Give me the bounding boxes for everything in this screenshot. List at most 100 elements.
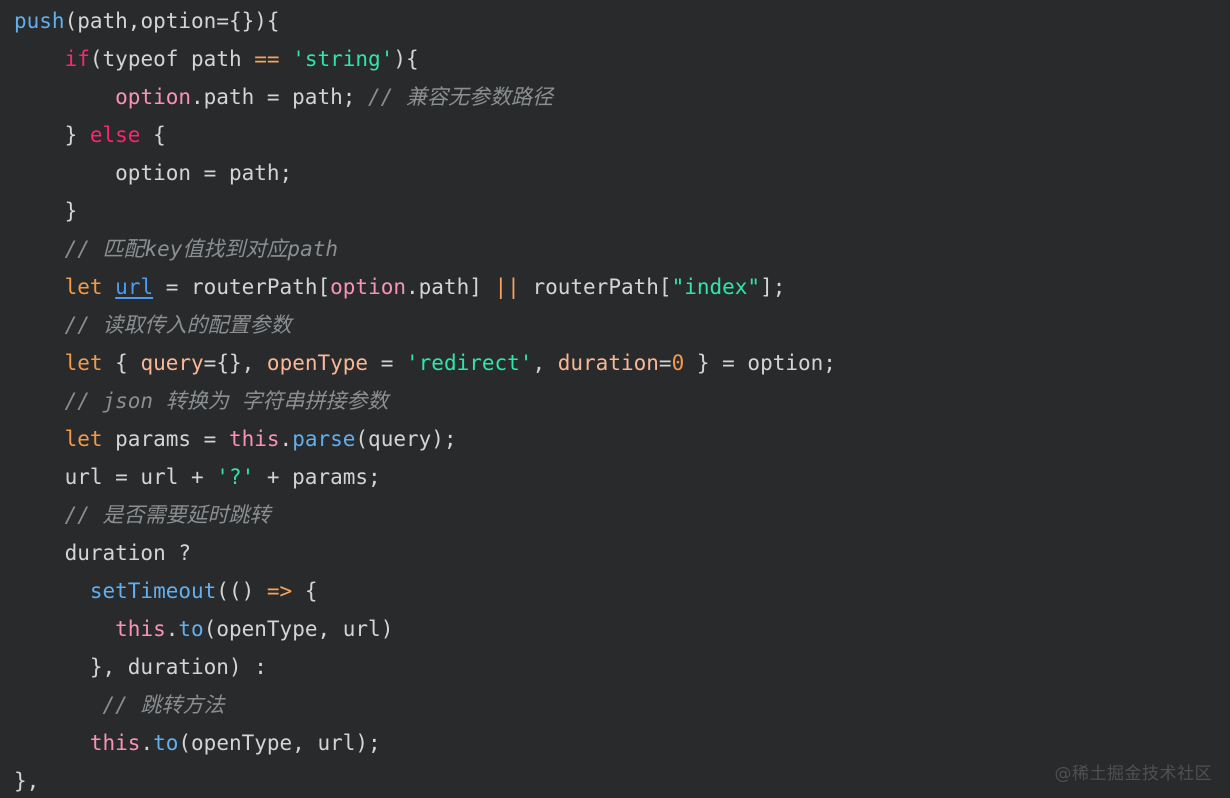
code-token-punct: { xyxy=(406,47,419,71)
code-token-punct: {} xyxy=(216,351,242,375)
code-token-punct: ) xyxy=(393,47,407,71)
code-token-punct: [ xyxy=(658,275,672,299)
code-line: let url = routerPath[option.path] || rou… xyxy=(14,268,836,306)
code-token-comment: // json 转换为 字符串拼接参数 xyxy=(64,389,389,413)
code-token-plain: , xyxy=(241,351,267,375)
code-token-link: url xyxy=(115,275,154,299)
code-token-plain: = xyxy=(658,351,672,375)
code-line: let { query={}, openType = 'redirect', d… xyxy=(14,344,836,382)
code-line: // json 转换为 字符串拼接参数 xyxy=(14,382,836,420)
code-token-plain: .path xyxy=(406,275,470,299)
code-token-punct: } xyxy=(64,123,90,147)
code-token-plain: = xyxy=(203,351,217,375)
code-token-op: || xyxy=(494,275,520,299)
code-token-punct: {} xyxy=(228,9,255,33)
code-line: duration ? xyxy=(14,534,836,572)
code-token-punct: (() xyxy=(216,579,267,603)
code-token-string: 'redirect' xyxy=(406,351,533,375)
code-token-string: "index" xyxy=(671,275,761,299)
code-token-punct: ) xyxy=(254,9,267,33)
code-token-op: == xyxy=(254,47,280,71)
code-line: // 跳转方法 xyxy=(14,686,836,724)
code-token-prop: option xyxy=(115,85,192,109)
code-line: // 是否需要延时跳转 xyxy=(14,496,836,534)
code-token-punct: { xyxy=(140,123,166,147)
code-token-plain: . xyxy=(140,731,154,755)
code-token-plain: params = xyxy=(102,427,229,451)
code-line: option.path = path; // 兼容无参数路径 xyxy=(14,78,836,116)
code-token-comment: // 兼容无参数路径 xyxy=(368,85,553,109)
code-token-method: to xyxy=(153,731,179,755)
code-line: push(path,option={}){ xyxy=(14,2,836,40)
code-token-this: this xyxy=(228,427,280,451)
code-line: }, duration) : xyxy=(14,648,836,686)
code-token-punct: }, xyxy=(14,769,40,793)
code-line: // 匹配key值找到对应path xyxy=(14,230,836,268)
code-token-plain: }, duration) : xyxy=(89,655,267,679)
code-token-punct: { xyxy=(266,9,280,33)
code-line: this.to(openType, url) xyxy=(14,610,836,648)
code-token-plain: = xyxy=(216,9,229,33)
code-token-num: 0 xyxy=(671,351,685,375)
code-token-plain: } = option; xyxy=(684,351,836,375)
code-token-keyword: if xyxy=(64,47,90,71)
code-token-comment: // 是否需要延时跳转 xyxy=(64,503,271,527)
code-token-plain: (query); xyxy=(355,427,457,451)
code-token-var: query xyxy=(140,351,204,375)
code-block[interactable]: push(path,option={}){ if(typeof path == … xyxy=(14,2,836,798)
code-token-plain: (openType, url); xyxy=(178,731,381,755)
code-token-method: parse xyxy=(292,427,356,451)
code-token-method: to xyxy=(178,617,204,641)
code-token-plain: duration ? xyxy=(64,541,192,565)
code-token-plain: ; xyxy=(772,275,786,299)
code-token-comment: // 读取传入的配置参数 xyxy=(64,313,292,337)
code-token-punct: [ xyxy=(317,275,331,299)
code-token-punct: ( xyxy=(89,47,103,71)
code-line: } xyxy=(14,192,836,230)
code-token-let: let xyxy=(64,427,103,451)
code-token-plain: (openType, url) xyxy=(203,617,394,641)
code-token-prop: option xyxy=(330,275,406,299)
code-token-punct: ( xyxy=(64,9,78,33)
code-line: let params = this.parse(query); xyxy=(14,420,836,458)
code-token-plain: routerPath xyxy=(519,275,659,299)
code-line: url = url + '?' + params; xyxy=(14,458,836,496)
code-token-plain: + params; xyxy=(254,465,381,489)
code-token-let: let xyxy=(64,275,103,299)
code-token-plain: path,option xyxy=(77,9,217,33)
code-token-punct: { xyxy=(102,351,141,375)
code-token-this: this xyxy=(89,731,141,755)
code-line: this.to(openType, url); xyxy=(14,724,836,762)
code-token-plain: typeof path xyxy=(102,47,255,71)
code-token-punct: ] xyxy=(760,275,773,299)
code-token-comment: // 跳转方法 xyxy=(102,693,225,717)
code-line: if(typeof path == 'string'){ xyxy=(14,40,836,78)
code-token-plain: = xyxy=(368,351,407,375)
code-line: }, xyxy=(14,762,836,798)
code-token-plain: = routerPath xyxy=(153,275,318,299)
code-token-method: setTimeout xyxy=(89,579,217,603)
code-token-plain: , xyxy=(532,351,558,375)
code-token-punct: ] xyxy=(469,275,482,299)
code-token-op: => xyxy=(266,579,293,603)
code-token-string: 'string' xyxy=(292,47,394,71)
code-token-func: push xyxy=(14,9,65,33)
